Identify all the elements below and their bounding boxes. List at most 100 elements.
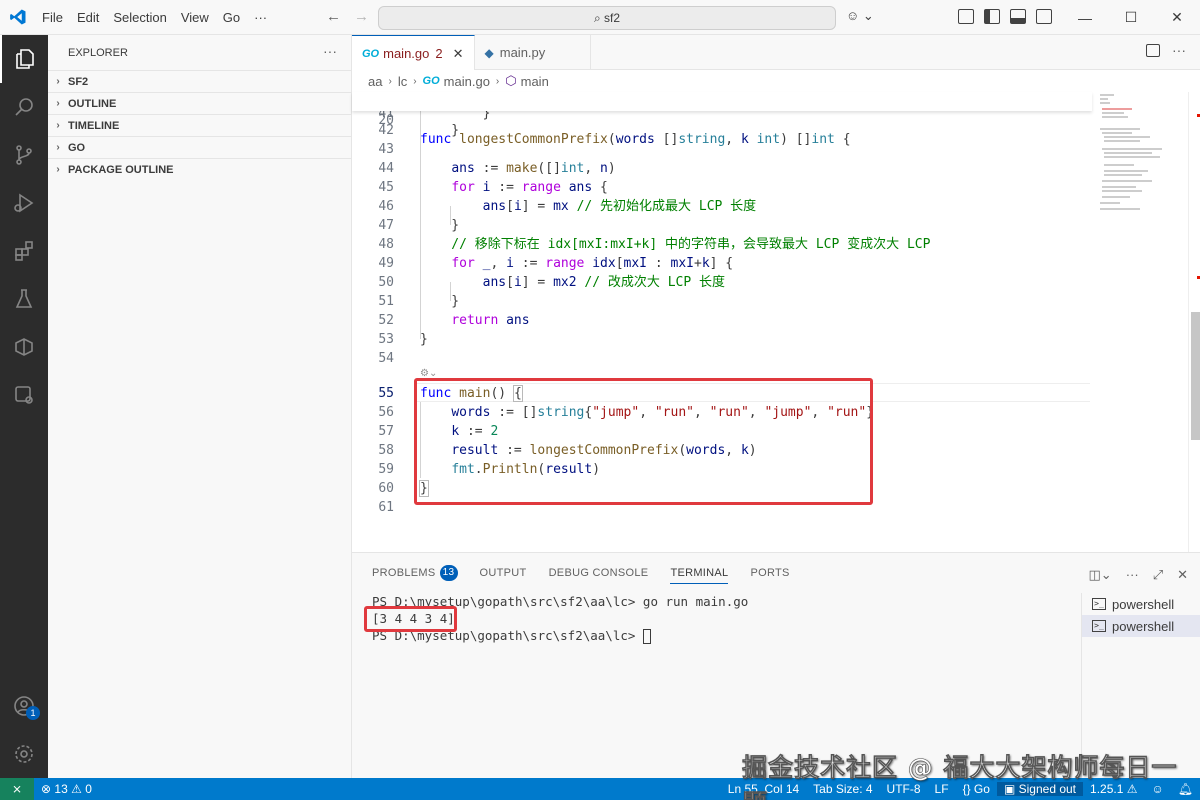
minimap[interactable]: [1096, 92, 1188, 552]
line-number: 59: [378, 462, 394, 477]
menu-more-button[interactable]: ···: [247, 0, 274, 35]
more-actions-icon[interactable]: ···: [1172, 42, 1186, 58]
testing-icon[interactable]: [0, 275, 48, 323]
minimap-line: [1104, 156, 1160, 158]
chevron-right-icon: ›: [56, 142, 60, 153]
bottom-panel: PROBLEMS 13 OUTPUT DEBUG CONSOLE TERMINAL…: [352, 552, 1200, 779]
scrollbar-thumb[interactable]: [1191, 312, 1200, 440]
more-actions-icon[interactable]: ···: [1126, 567, 1139, 583]
chevron-right-icon: ›: [56, 120, 60, 131]
split-terminal-icon[interactable]: ◫⌄: [1089, 567, 1112, 583]
tab-debug-console[interactable]: DEBUG CONSOLE: [549, 562, 649, 584]
line-number: 56: [378, 405, 394, 420]
customize-layout-icon[interactable]: [958, 9, 974, 24]
explorer-icon[interactable]: [0, 35, 48, 83]
command-center-label: sf2: [604, 11, 621, 25]
breadcrumb-item[interactable]: main: [521, 74, 549, 89]
remote-indicator-icon[interactable]: ⨯: [0, 778, 34, 800]
toggle-secondary-sidebar-icon[interactable]: [1036, 9, 1052, 24]
maximize-panel-icon[interactable]: ⤢: [1153, 567, 1163, 583]
close-icon[interactable]: ✕: [1177, 567, 1188, 583]
command-center-search[interactable]: ⌕ sf2: [378, 6, 836, 30]
terminal-instance[interactable]: >_ powershell: [1082, 615, 1200, 637]
line-number: 52: [378, 313, 394, 328]
problems-badge: 13: [439, 565, 458, 581]
editor-scrollbar[interactable]: [1188, 92, 1200, 552]
line-number: 20: [378, 113, 394, 128]
maximize-button[interactable]: ☐: [1108, 0, 1154, 35]
line-number: 55: [378, 386, 394, 401]
breadcrumb-item[interactable]: lc: [398, 74, 407, 89]
arrow-right-icon[interactable]: →: [346, 8, 377, 25]
line-number: 57: [378, 424, 394, 439]
activity-bar: 1: [0, 35, 48, 778]
remote-explorer-icon[interactable]: [0, 371, 48, 419]
extensions-icon[interactable]: [0, 227, 48, 275]
source-control-icon[interactable]: [0, 131, 48, 179]
chevron-right-icon: ›: [388, 75, 392, 87]
run-debug-icon[interactable]: [0, 179, 48, 227]
section-timeline[interactable]: › TIMELINE: [48, 114, 351, 136]
line-number: 45: [378, 180, 394, 195]
editor-tabs: GO main.go 2 ✕ ◆ main.py: [352, 35, 1200, 71]
tab-problems[interactable]: PROBLEMS 13: [372, 562, 458, 584]
minimap-line: [1100, 94, 1114, 96]
section-go[interactable]: › GO: [48, 136, 351, 158]
sidebar-header: EXPLORER ···: [48, 35, 351, 70]
chevron-right-icon: ›: [495, 75, 500, 87]
toggle-panel-icon[interactable]: [1010, 9, 1026, 24]
section-package-outline[interactable]: › PACKAGE OUTLINE: [48, 158, 351, 180]
tab-output[interactable]: OUTPUT: [480, 562, 527, 584]
close-window-button[interactable]: ✕: [1154, 0, 1200, 35]
minimap-line: [1102, 112, 1124, 114]
minimap-line: [1102, 108, 1132, 110]
line-number: 58: [378, 443, 394, 458]
minimap-line: [1102, 116, 1128, 118]
sticky-scroll-line[interactable]: 20 func longestCommonPrefix(words []stri…: [352, 92, 1092, 147]
code-line: ans := make([]int, n): [451, 161, 616, 176]
close-icon[interactable]: ✕: [453, 46, 464, 62]
section-sf2[interactable]: › SF2: [48, 70, 351, 92]
warning-icon: ⚠: [71, 782, 82, 796]
code-line: }: [420, 332, 428, 347]
breadcrumb-item[interactable]: main.go: [444, 74, 490, 89]
problems-count: 2: [435, 46, 443, 61]
menu-go[interactable]: Go: [216, 0, 247, 35]
code-editor[interactable]: 20 func longestCommonPrefix(words []stri…: [352, 92, 1188, 552]
tab-terminal[interactable]: TERMINAL: [670, 562, 729, 584]
terminal-output[interactable]: PS D:\mysetup\gopath\src\sf2\aa\lc> go r…: [372, 593, 1072, 644]
breadcrumb-item[interactable]: aa: [368, 74, 382, 89]
line-number: 50: [378, 275, 394, 290]
code-line: }: [420, 294, 460, 309]
code-line: ans[i] = mx2 // 改成次大 LCP 长度: [482, 275, 726, 290]
tab-ports[interactable]: PORTS: [750, 562, 789, 584]
split-editor-icon[interactable]: [1146, 44, 1160, 57]
settings-gear-icon[interactable]: [0, 730, 48, 778]
go-icon[interactable]: [0, 323, 48, 371]
accounts-icon[interactable]: 1: [0, 682, 48, 730]
code-line: return ans: [451, 313, 530, 328]
copilot-icon[interactable]: ☺ ⌄: [846, 8, 874, 24]
menu-selection[interactable]: Selection: [106, 0, 173, 35]
terminal-cursor: [642, 629, 651, 644]
minimap-line: [1100, 208, 1140, 210]
watermark: 掘金技术社区 @ 福大大架构师每日一题: [742, 753, 1178, 800]
python-file-icon: ◆: [484, 45, 494, 60]
minimize-button[interactable]: —: [1062, 0, 1108, 35]
terminal-instance[interactable]: >_ powershell: [1082, 593, 1200, 615]
problems-status[interactable]: ⊗ 13 ⚠ 0: [34, 782, 99, 796]
tab-main-py[interactable]: ◆ main.py: [475, 35, 591, 70]
minimap-line: [1102, 148, 1162, 150]
search-icon[interactable]: [0, 83, 48, 131]
sidebar-title: EXPLORER: [68, 46, 128, 59]
menu-edit[interactable]: Edit: [70, 0, 106, 35]
code-line: for _, i := range idx[mxI : mxI+k] {: [451, 256, 734, 271]
breadcrumb: aa › lc › GO main.go › ⬡ main: [352, 70, 1200, 92]
section-outline[interactable]: › OUTLINE: [48, 92, 351, 114]
toggle-primary-sidebar-icon[interactable]: [984, 9, 1000, 24]
menu-file[interactable]: File: [35, 0, 70, 35]
arrow-left-icon[interactable]: ←: [318, 8, 349, 25]
more-actions-icon[interactable]: ···: [323, 43, 337, 59]
tab-main-go[interactable]: GO main.go 2 ✕: [352, 35, 475, 71]
menu-view[interactable]: View: [174, 0, 216, 35]
